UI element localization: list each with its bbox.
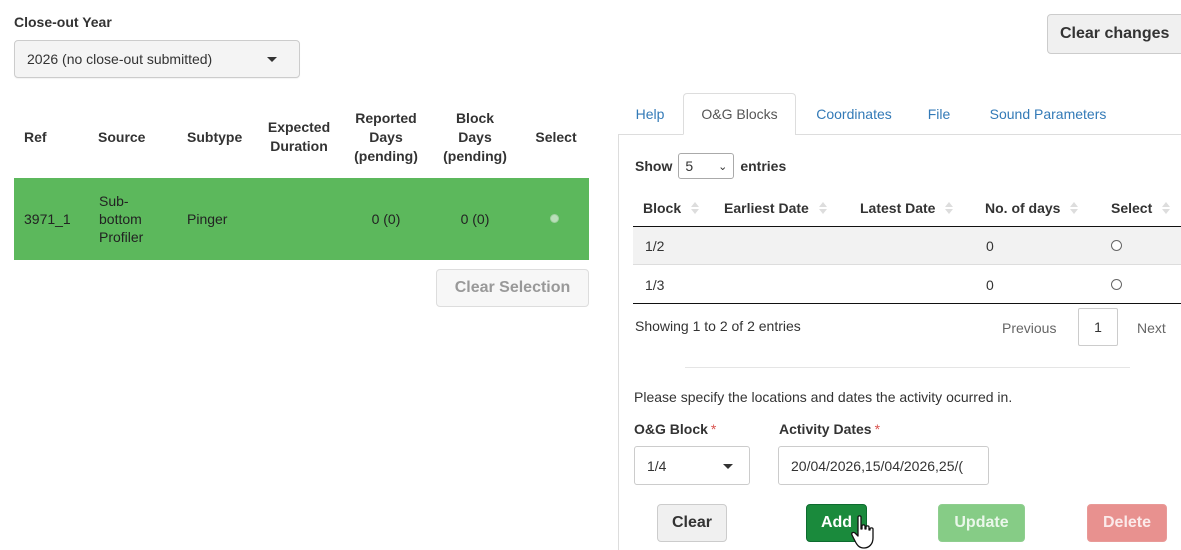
hand-pointer-icon (851, 515, 874, 549)
col-header-block-days: Block Days (pending) (443, 109, 507, 164)
closeout-year-label: Close-out Year (14, 14, 112, 30)
table-row[interactable] (633, 266, 1181, 304)
clear-selection-button[interactable]: Clear Selection (436, 269, 589, 307)
pagination-next[interactable]: Next (1137, 320, 1166, 336)
closeout-year-select[interactable]: 2026 (no close-out submitted) (14, 40, 300, 78)
sort-icon (1162, 201, 1171, 215)
table-row[interactable] (633, 227, 1181, 265)
tab-file[interactable]: File (920, 93, 958, 135)
activity-dates-input[interactable]: 20/04/2026,15/04/2026,25/( (778, 446, 989, 485)
row-select-radio[interactable] (1111, 240, 1122, 251)
required-asterisk: * (710, 421, 717, 437)
entries-value: 5 (685, 158, 694, 174)
tab-coordinates[interactable]: Coordinates (808, 93, 900, 135)
row-reported-days: 0 (0) (371, 211, 401, 227)
clear-button[interactable]: Clear (657, 504, 727, 542)
tab-help[interactable]: Help (630, 93, 670, 135)
form-instruction: Please specify the locations and dates t… (634, 389, 1013, 405)
table-info: Showing 1 to 2 of 2 entries (635, 318, 801, 334)
row-select-radio[interactable] (550, 214, 559, 223)
entries-label: entries (740, 158, 787, 174)
row-block: 1/2 (645, 238, 665, 254)
sort-icon (945, 201, 954, 215)
og-block-select[interactable]: 1/4 (634, 446, 750, 485)
chevron-down-icon: ⌄ (718, 161, 728, 173)
col-header-source: Source (98, 128, 146, 145)
row-block-days: 0 (0) (460, 211, 490, 227)
caret-down-icon (267, 57, 277, 62)
dt-header-no-of-days[interactable]: No. of days (985, 190, 1079, 226)
closeout-year-value: 2026 (no close-out submitted) (27, 51, 213, 67)
caret-down-icon (723, 464, 733, 469)
panel-border (618, 135, 619, 550)
clear-changes-button[interactable]: Clear changes (1047, 14, 1181, 54)
row-expected-duration (262, 178, 336, 260)
col-header-reported-days: Reported Days (pending) (354, 109, 418, 164)
entries-select[interactable]: 5 ⌄ (678, 153, 735, 179)
sort-icon (691, 201, 700, 215)
col-header-expected-duration: Expected Duration (267, 119, 331, 154)
show-entries-control: Show 5 ⌄ entries (635, 153, 786, 179)
row-days: 0 (986, 277, 994, 293)
dt-header-earliest-date[interactable]: Earliest Date (724, 190, 827, 226)
dt-header-block[interactable]: Block (643, 190, 700, 226)
row-subtype: Pinger (187, 211, 228, 227)
sort-icon (1070, 201, 1079, 215)
tab-sound-parameters[interactable]: Sound Parameters (978, 93, 1118, 135)
tab-og-blocks[interactable]: O&G Blocks (683, 93, 796, 135)
col-header-subtype: Subtype (187, 128, 243, 145)
sort-icon (818, 201, 827, 215)
update-button[interactable]: Update (938, 504, 1025, 542)
dt-header-select[interactable]: Select (1111, 190, 1171, 226)
row-source: Sub-bottom Profiler (99, 193, 144, 245)
delete-button[interactable]: Delete (1087, 504, 1167, 542)
og-block-value: 1/4 (647, 457, 667, 474)
pagination-previous[interactable]: Previous (1002, 320, 1056, 336)
section-divider (685, 367, 1130, 368)
required-asterisk: * (874, 421, 881, 437)
tab-divider (618, 134, 683, 135)
col-header-ref: Ref (24, 128, 47, 145)
show-label: Show (635, 158, 673, 174)
dt-header-latest-date[interactable]: Latest Date (860, 190, 954, 226)
row-block: 1/3 (645, 277, 665, 293)
og-block-label: O&G Block * (634, 421, 717, 437)
tab-divider (795, 134, 1181, 135)
row-days: 0 (986, 238, 994, 254)
pagination-page-1[interactable]: 1 (1078, 308, 1118, 346)
activity-dates-label: Activity Dates * (779, 421, 881, 437)
col-header-select: Select (535, 128, 577, 145)
row-select-radio[interactable] (1111, 279, 1122, 290)
row-ref: 3971_1 (24, 211, 71, 227)
